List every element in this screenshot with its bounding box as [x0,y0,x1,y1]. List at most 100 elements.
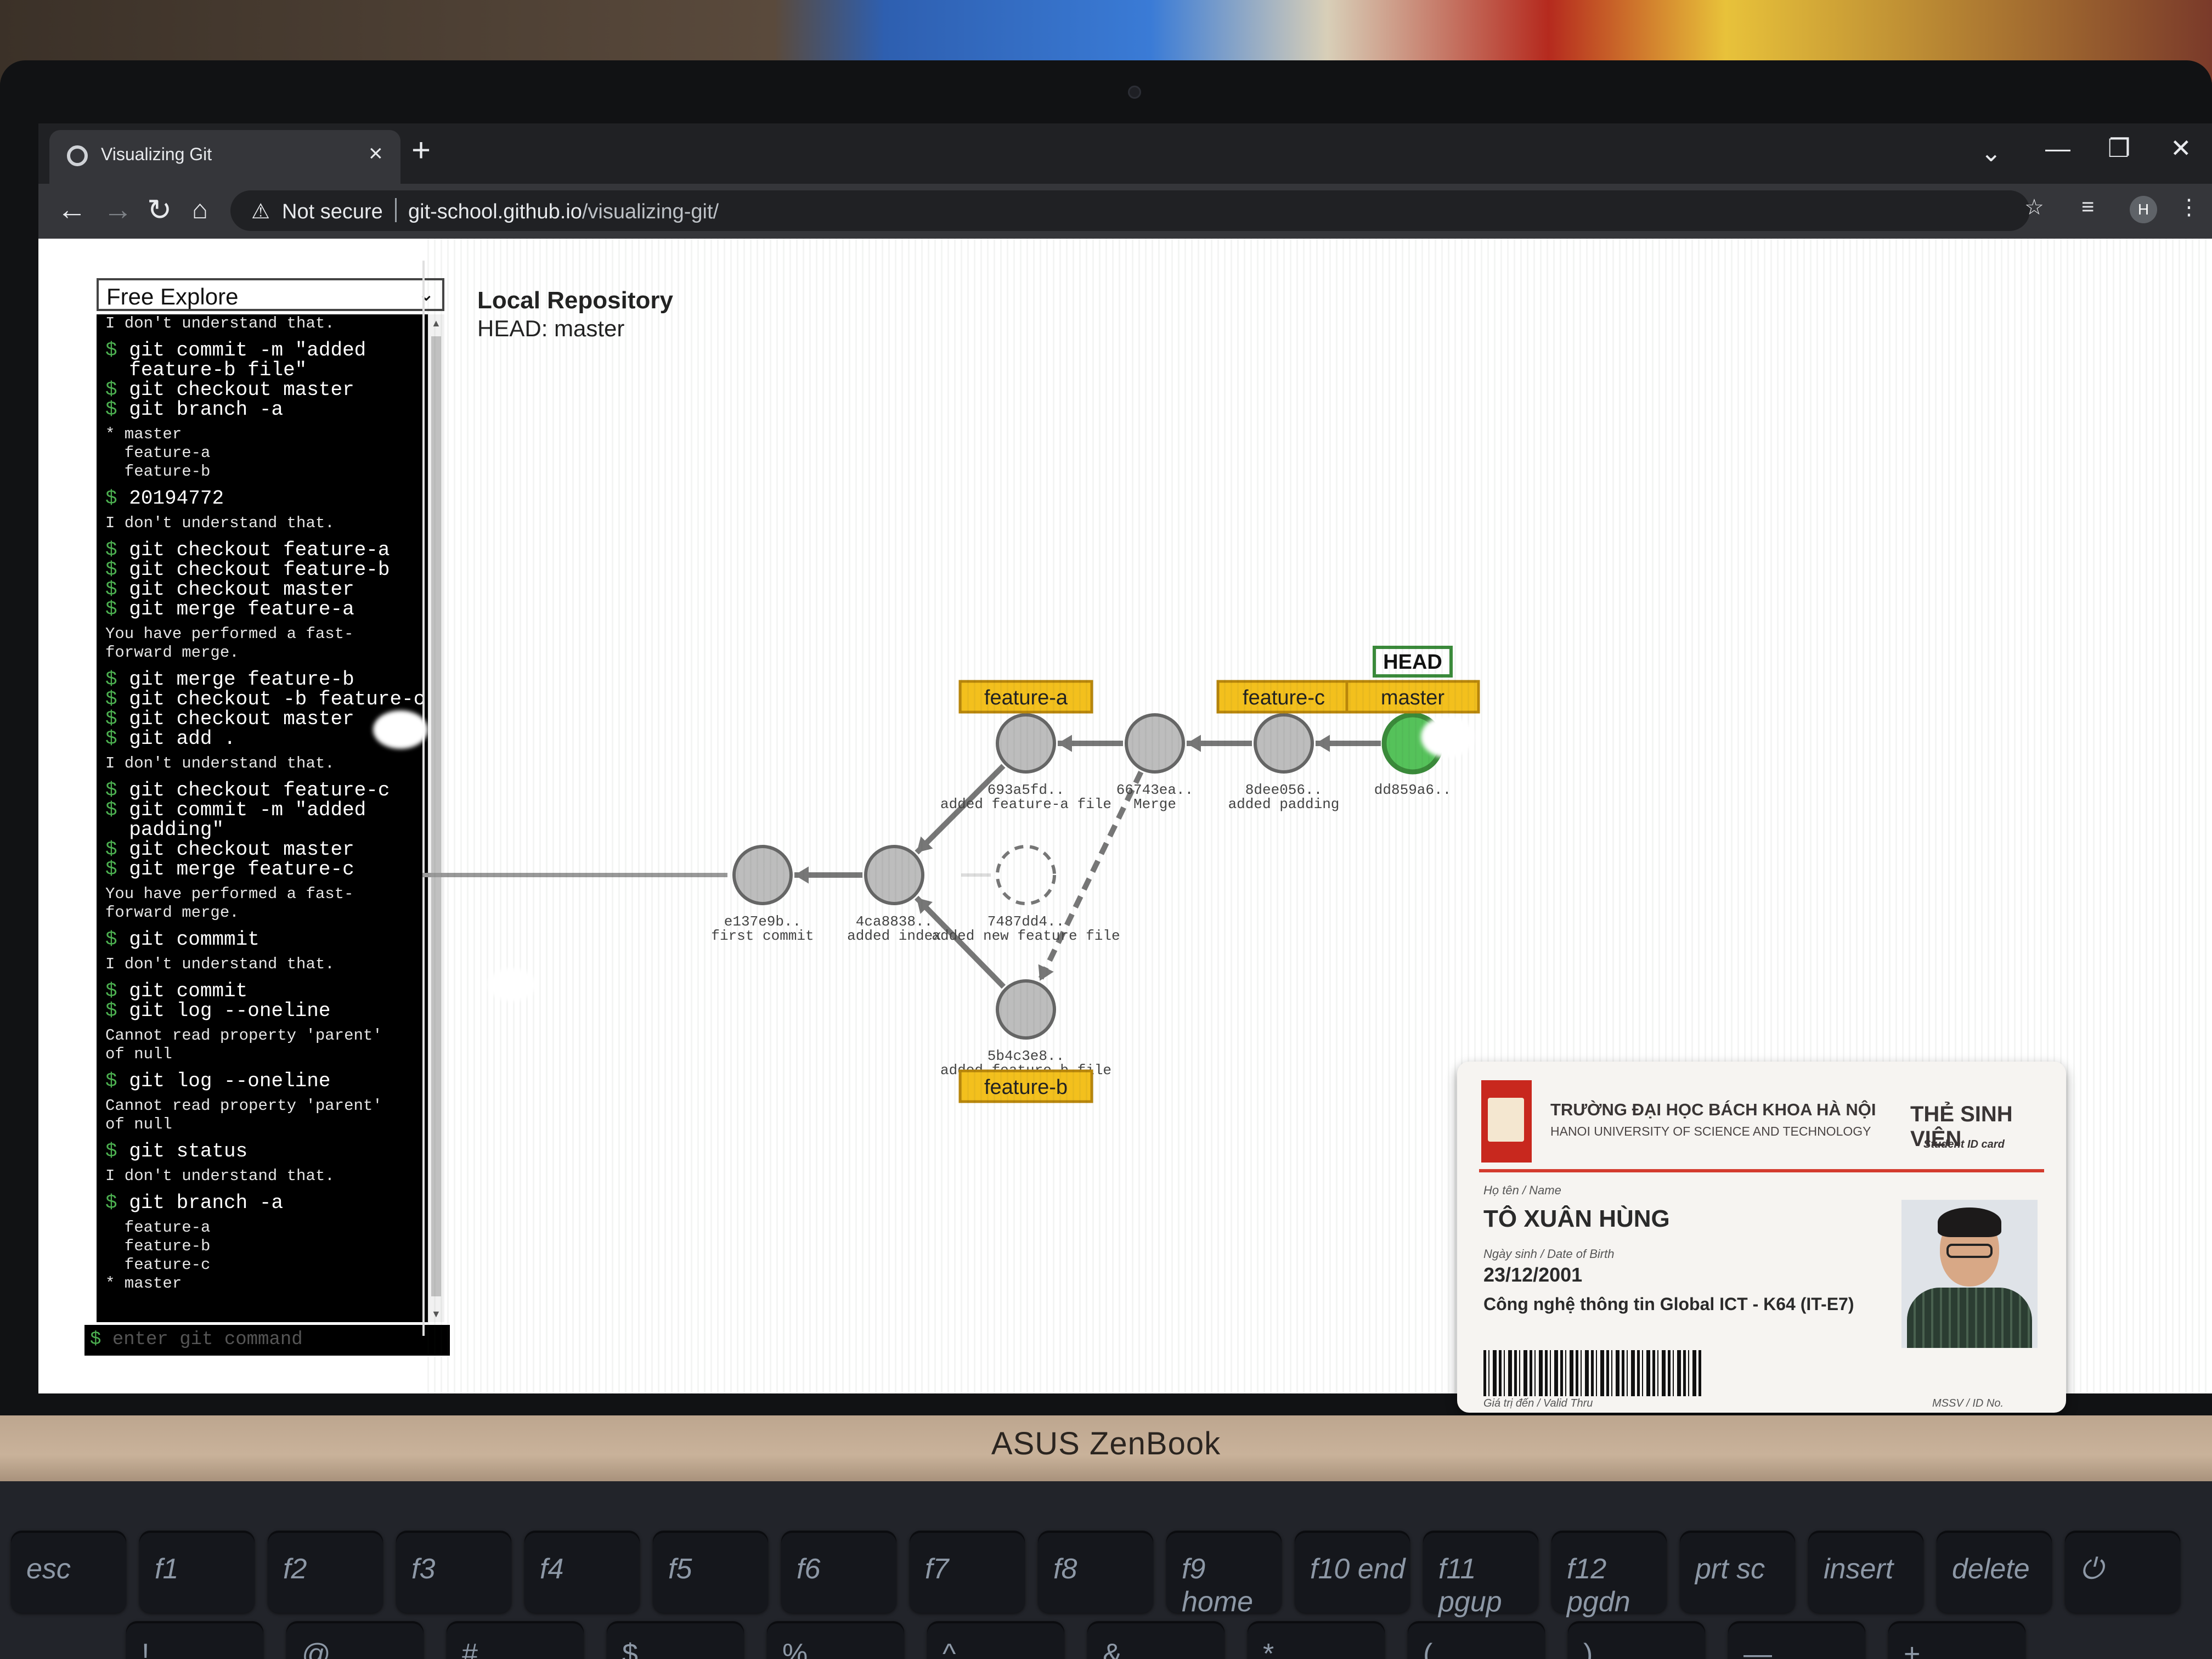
command-text: git checkout feature-a [129,539,390,561]
laptop-brand: ASUS ZenBook [991,1426,1221,1462]
terminal-output-line: I don't understand that. [105,754,335,772]
terminal-output-line: of null [105,1115,172,1133]
card-divider [1479,1169,2044,1172]
url-text[interactable]: git-school.github.io/visualizing-git/ [408,200,719,224]
barcode [1483,1350,1703,1396]
prompt-icon: $ [105,708,129,730]
globe-icon [67,145,88,166]
terminal-log[interactable]: I don't understand that. $ git commit -m … [97,314,428,1322]
prompt-icon [105,359,129,381]
address-separator [395,198,397,222]
logo-emblem [1488,1098,1524,1142]
command-text: padding" [129,819,224,841]
browser-tab[interactable]: Visualizing Git × [49,130,400,184]
terminal-command-line: $ git merge feature-a [105,600,419,619]
prompt-icon: $ [105,727,129,750]
command-input-placeholder: enter git command [112,1329,303,1350]
commit-message: added new feature file [932,928,1120,944]
close-tab-button[interactable]: × [369,140,383,167]
arrow-head-icon [1187,735,1201,752]
prompt-icon: $ [105,779,129,802]
url-host: git-school.github.io [408,200,582,223]
laptop-keyboard: esc f1 f2 f3 f4 f5 f6 f7 f8 f9 home f10 end f11 pgu… [0,1481,2212,1659]
keyboard-key: esc [11,1531,126,1613]
webcam [1128,86,1141,99]
glare-spot [1421,716,1474,758]
close-window-icon[interactable]: ✕ [2170,133,2192,163]
terminal-output-line: feature-a [105,1218,211,1237]
commit-node [996,713,1056,774]
keyboard-key: f11 pgup [1423,1531,1538,1618]
prompt-icon: $ [105,1000,129,1022]
photo-glasses [1946,1244,1993,1258]
terminal-command-line: $ git checkout feature-c [105,781,419,800]
prompt-icon: $ [105,858,129,881]
prompt-icon: $ [105,799,129,821]
terminal-output-line: I don't understand that. [105,1167,335,1185]
keyboard-key: f9 home [1166,1531,1282,1618]
reading-list-icon[interactable]: ≡ [2081,195,2094,219]
forward-icon[interactable]: → [103,193,133,227]
terminal-command-line: $ git checkout master [105,840,419,860]
command-text: git commit -m "added [129,799,366,821]
command-text: 20194772 [129,487,224,510]
arrow-head-icon [794,866,809,884]
security-label[interactable]: Not secure [282,200,383,224]
prompt-icon: $ [105,339,129,362]
command-text: git checkout feature-b [129,558,390,581]
terminal-command-line: $ git checkout feature-a [105,540,419,560]
menu-icon[interactable]: ⋮ [2178,195,2200,220]
prompt-icon: $ [105,928,129,951]
keyboard-key: ! [126,1621,263,1659]
keyboard-key: # [447,1621,584,1659]
bookmark-star-icon[interactable]: ☆ [2024,195,2044,220]
commit-node [996,979,1056,1040]
command-text: git checkout feature-c [129,779,390,802]
arrow-head-icon [1038,964,1054,981]
keyboard-key: % [767,1621,904,1659]
commit-node [732,845,793,905]
terminal-output-line: I don't understand that. [105,314,335,332]
profile-avatar[interactable]: H [2130,196,2157,223]
valid-thru-label: Giá trị đến / Valid Thru [1483,1397,1593,1409]
student-id-card: TRƯỜNG ĐẠI HỌC BÁCH KHOA HÀ NỘI HANOI UN… [1457,1062,2066,1413]
commit-id: dd859a6.. [1374,782,1451,798]
keyboard-key: f4 [524,1531,640,1613]
student-name: TÔ XUÂN HÙNG [1483,1205,1670,1232]
terminal-command-line: padding" [105,820,419,840]
terminal-command-line: $ git commmit [105,930,419,950]
name-label: Họ tên / Name [1483,1183,1561,1197]
card-type-en: Student ID card [1923,1138,2005,1150]
terminal-output-line: feature-a [105,444,211,462]
terminal-output-line: * master [105,1274,182,1293]
keyboard-key: ) [1568,1621,1705,1659]
glare-spot [373,710,428,749]
new-tab-button[interactable]: + [411,131,431,169]
terminal-command-line: $ git checkout master [105,709,419,729]
command-text: git checkout master [129,708,354,730]
restore-icon[interactable]: ❐ [2108,133,2130,163]
minimize-icon[interactable]: — [2045,133,2070,163]
reload-icon[interactable]: ↻ [147,193,172,227]
terminal-command-line: $ git branch -a [105,400,419,420]
home-icon[interactable]: ⌂ [192,195,208,225]
address-bar[interactable]: ⚠ Not secure git-school.github.io/visual… [230,190,2030,231]
prompt-icon [105,819,129,841]
terminal-command-line: $ 20194772 [105,489,419,509]
keyboard-key: + [1888,1621,2025,1659]
prompt-icon: $ [105,688,129,710]
commit-message: added padding [1228,796,1340,812]
browser-tab-bar: Visualizing Git × + ⌄ — ❐ ✕ [38,123,2212,184]
terminal-output-line: * master [105,425,182,443]
prompt-icon: $ [105,379,129,401]
keyboard-key: f5 [653,1531,768,1613]
command-text: git commit -m "added [129,339,366,362]
prompt-icon: $ [105,578,129,601]
terminal-command-line: $ git commit -m "added [105,341,419,360]
back-icon[interactable]: ← [57,193,87,227]
university-logo [1481,1080,1532,1163]
tab-search-icon[interactable]: ⌄ [1980,138,2002,167]
command-input[interactable]: $ enter git command [84,1325,450,1356]
command-text: git checkout master [129,578,354,601]
mode-select[interactable]: Free Explore ⌄ [97,278,444,311]
